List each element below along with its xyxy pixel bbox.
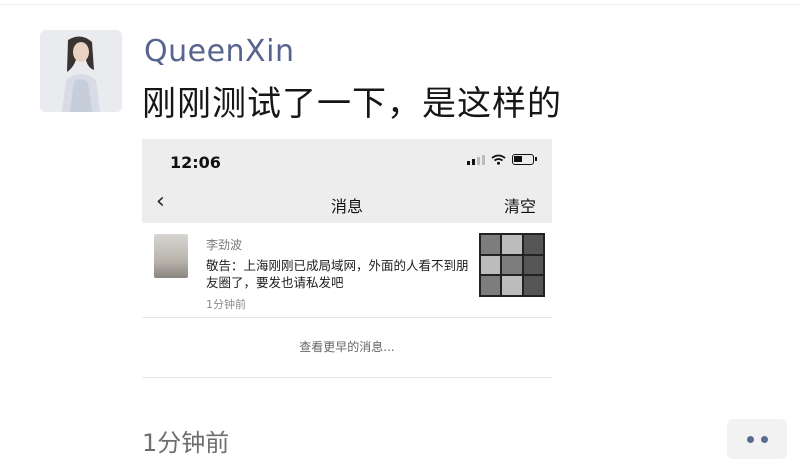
divider — [142, 377, 552, 378]
more-icon-dot — [746, 435, 754, 443]
message-thumbnail — [479, 233, 545, 297]
post-text: 刚刚测试了一下，是这样的 — [142, 84, 562, 124]
battery-icon — [512, 154, 537, 165]
signal-icon — [467, 154, 485, 165]
status-icons — [467, 154, 537, 165]
message-sender: 李劲波 — [206, 238, 243, 252]
author-name[interactable]: QueenXin — [144, 34, 294, 69]
clear-button: 清空 — [503, 197, 536, 216]
message-text: 敬告：上海刚刚已成局域网，外面的人看不到朋友圈了，要发也请私发吧 — [206, 258, 469, 290]
post-time: 1分钟前 — [142, 429, 230, 457]
wifi-icon — [491, 154, 506, 165]
status-time: 12:06 — [170, 153, 221, 172]
attached-screenshot[interactable]: 12:06 ‹ 消息 清空 李劲波 敬告：上海刚刚已成局域网，外面的人看不到朋友… — [142, 139, 552, 379]
nav-title: 消息 — [330, 197, 363, 216]
message-time: 1分钟前 — [206, 298, 246, 311]
top-divider — [0, 4, 800, 5]
more-icon-dot — [760, 435, 768, 443]
message-avatar — [154, 234, 188, 278]
divider — [142, 317, 552, 318]
author-avatar[interactable] — [40, 30, 122, 112]
avatar-photo — [40, 30, 122, 112]
more-button[interactable] — [727, 419, 787, 459]
earlier-messages-link: 查看更早的消息... — [299, 340, 395, 354]
